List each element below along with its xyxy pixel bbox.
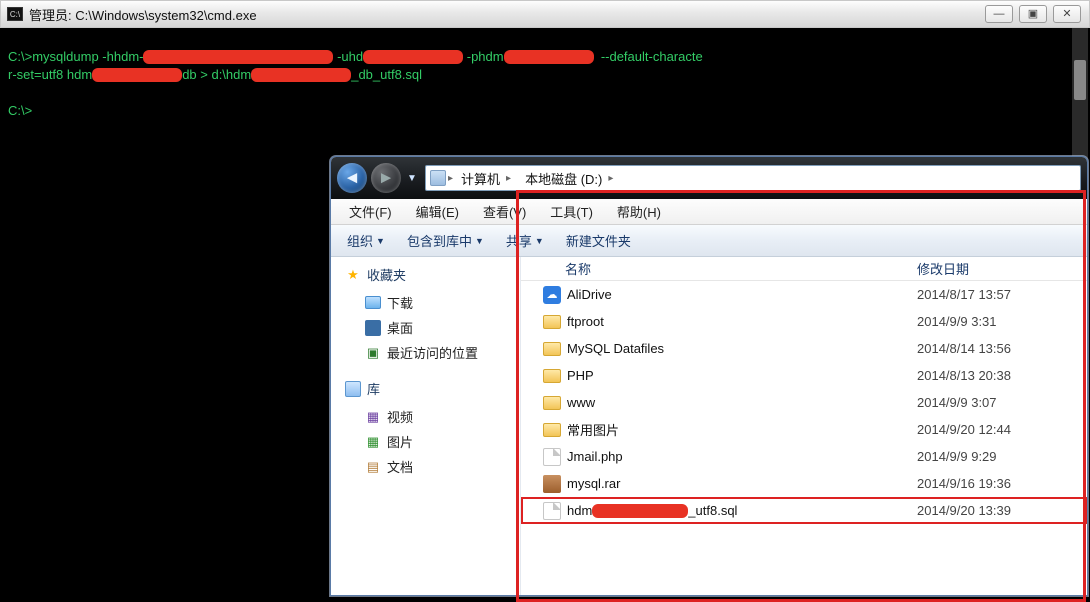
- menu-tools[interactable]: 工具(T): [540, 200, 603, 223]
- file-name: hdm_utf8.sql: [567, 503, 917, 519]
- file-date: 2014/9/9 3:07: [917, 395, 1087, 410]
- tool-newfolder[interactable]: 新建文件夹: [558, 228, 639, 253]
- file-icon: [543, 448, 561, 466]
- drive-icon: [430, 170, 446, 186]
- file-date: 2014/9/20 12:44: [917, 422, 1087, 437]
- cloud-icon: ☁: [543, 286, 561, 304]
- nav-libraries[interactable]: 库: [345, 379, 520, 398]
- tool-organize[interactable]: 组织▼: [339, 228, 393, 253]
- explorer-header: ◄ ► ▼ ▸ 计算机▸ 本地磁盘 (D:)▸: [331, 157, 1087, 199]
- folder-icon: [543, 423, 561, 437]
- menu-help[interactable]: 帮助(H): [607, 200, 671, 223]
- file-icon: [543, 502, 561, 520]
- explorer-toolbar: 组织▼ 包含到库中▼ 共享▼ 新建文件夹: [331, 225, 1087, 257]
- cmd-titlebar[interactable]: C:\ 管理员: C:\Windows\system32\cmd.exe — ▣…: [0, 0, 1090, 28]
- nav-pictures[interactable]: ▦图片: [345, 429, 520, 454]
- list-header[interactable]: 名称 修改日期: [521, 257, 1087, 281]
- table-row[interactable]: MySQL Datafiles2014/8/14 13:56: [521, 335, 1087, 362]
- maximize-button[interactable]: ▣: [1019, 5, 1047, 23]
- file-date: 2014/8/14 13:56: [917, 341, 1087, 356]
- file-date: 2014/9/9 3:31: [917, 314, 1087, 329]
- folder-icon: [543, 342, 561, 356]
- folder-icon: [543, 315, 561, 329]
- nav-video[interactable]: ▦视频: [345, 404, 520, 429]
- file-name: MySQL Datafiles: [567, 341, 917, 356]
- nav-favorites[interactable]: ★收藏夹: [345, 265, 520, 284]
- file-date: 2014/9/16 19:36: [917, 476, 1087, 491]
- desktop-icon: [365, 320, 381, 336]
- file-name: ftproot: [567, 314, 917, 329]
- table-row[interactable]: Jmail.php2014/9/9 9:29: [521, 443, 1087, 470]
- window-controls: — ▣ ✕: [985, 5, 1081, 23]
- cmd-scroll-thumb[interactable]: [1074, 60, 1086, 100]
- rar-icon: [543, 475, 561, 493]
- file-name: AliDrive: [567, 287, 917, 302]
- folder-icon: [543, 396, 561, 410]
- table-row[interactable]: 常用图片2014/9/20 12:44: [521, 416, 1087, 443]
- folder-icon: [365, 296, 381, 309]
- minimize-button[interactable]: —: [985, 5, 1013, 23]
- file-name: www: [567, 395, 917, 410]
- menu-file[interactable]: 文件(F): [339, 200, 402, 223]
- address-bar[interactable]: ▸ 计算机▸ 本地磁盘 (D:)▸: [425, 165, 1081, 191]
- file-name: mysql.rar: [567, 476, 917, 491]
- doc-icon: ▤: [365, 459, 381, 475]
- col-date[interactable]: 修改日期: [917, 259, 1087, 278]
- crumb-computer[interactable]: 计算机▸: [455, 166, 517, 190]
- nav-desktop[interactable]: 桌面: [345, 315, 520, 340]
- film-icon: ▦: [365, 409, 381, 425]
- explorer-menubar: 文件(F) 编辑(E) 查看(V) 工具(T) 帮助(H): [331, 199, 1087, 225]
- table-row[interactable]: www2014/9/9 3:07: [521, 389, 1087, 416]
- cmd-icon: C:\: [7, 7, 23, 21]
- nav-downloads[interactable]: 下载: [345, 290, 520, 315]
- close-button[interactable]: ✕: [1053, 5, 1081, 23]
- cmd-title-text: 管理员: C:\Windows\system32\cmd.exe: [29, 5, 985, 24]
- col-name[interactable]: 名称: [521, 259, 917, 278]
- recent-icon: ▣: [365, 345, 381, 361]
- menu-edit[interactable]: 编辑(E): [406, 200, 469, 223]
- nav-history-drop[interactable]: ▼: [405, 166, 419, 190]
- tool-include[interactable]: 包含到库中▼: [399, 228, 492, 253]
- file-date: 2014/8/17 13:57: [917, 287, 1087, 302]
- table-row[interactable]: mysql.rar2014/9/16 19:36: [521, 470, 1087, 497]
- table-row[interactable]: PHP2014/8/13 20:38: [521, 362, 1087, 389]
- file-name: PHP: [567, 368, 917, 383]
- explorer-nav-pane: ★收藏夹 下载 桌面 ▣最近访问的位置 库 ▦视频 ▦图片 ▤文档: [331, 257, 521, 595]
- nav-documents[interactable]: ▤文档: [345, 454, 520, 479]
- table-row[interactable]: ftproot2014/9/9 3:31: [521, 308, 1087, 335]
- explorer-file-list[interactable]: 名称 修改日期 ☁AliDrive2014/8/17 13:57ftproot2…: [521, 257, 1087, 595]
- menu-view[interactable]: 查看(V): [473, 200, 536, 223]
- file-name: 常用图片: [567, 420, 917, 439]
- file-date: 2014/8/13 20:38: [917, 368, 1087, 383]
- nav-fwd-button[interactable]: ►: [371, 163, 401, 193]
- tool-share[interactable]: 共享▼: [498, 228, 552, 253]
- nav-back-button[interactable]: ◄: [337, 163, 367, 193]
- table-row[interactable]: hdm_utf8.sql2014/9/20 13:39: [521, 497, 1087, 524]
- table-row[interactable]: ☁ AliDrive2014/8/17 13:57: [521, 281, 1087, 308]
- file-name: Jmail.php: [567, 449, 917, 464]
- file-date: 2014/9/9 9:29: [917, 449, 1087, 464]
- star-icon: ★: [345, 267, 361, 283]
- library-icon: [345, 381, 361, 397]
- nav-recent[interactable]: ▣最近访问的位置: [345, 340, 520, 365]
- folder-icon: [543, 369, 561, 383]
- explorer-window: ◄ ► ▼ ▸ 计算机▸ 本地磁盘 (D:)▸ 文件(F) 编辑(E) 查看(V…: [330, 156, 1088, 596]
- picture-icon: ▦: [365, 434, 381, 450]
- crumb-drive-d[interactable]: 本地磁盘 (D:)▸: [519, 166, 619, 190]
- file-date: 2014/9/20 13:39: [917, 503, 1087, 518]
